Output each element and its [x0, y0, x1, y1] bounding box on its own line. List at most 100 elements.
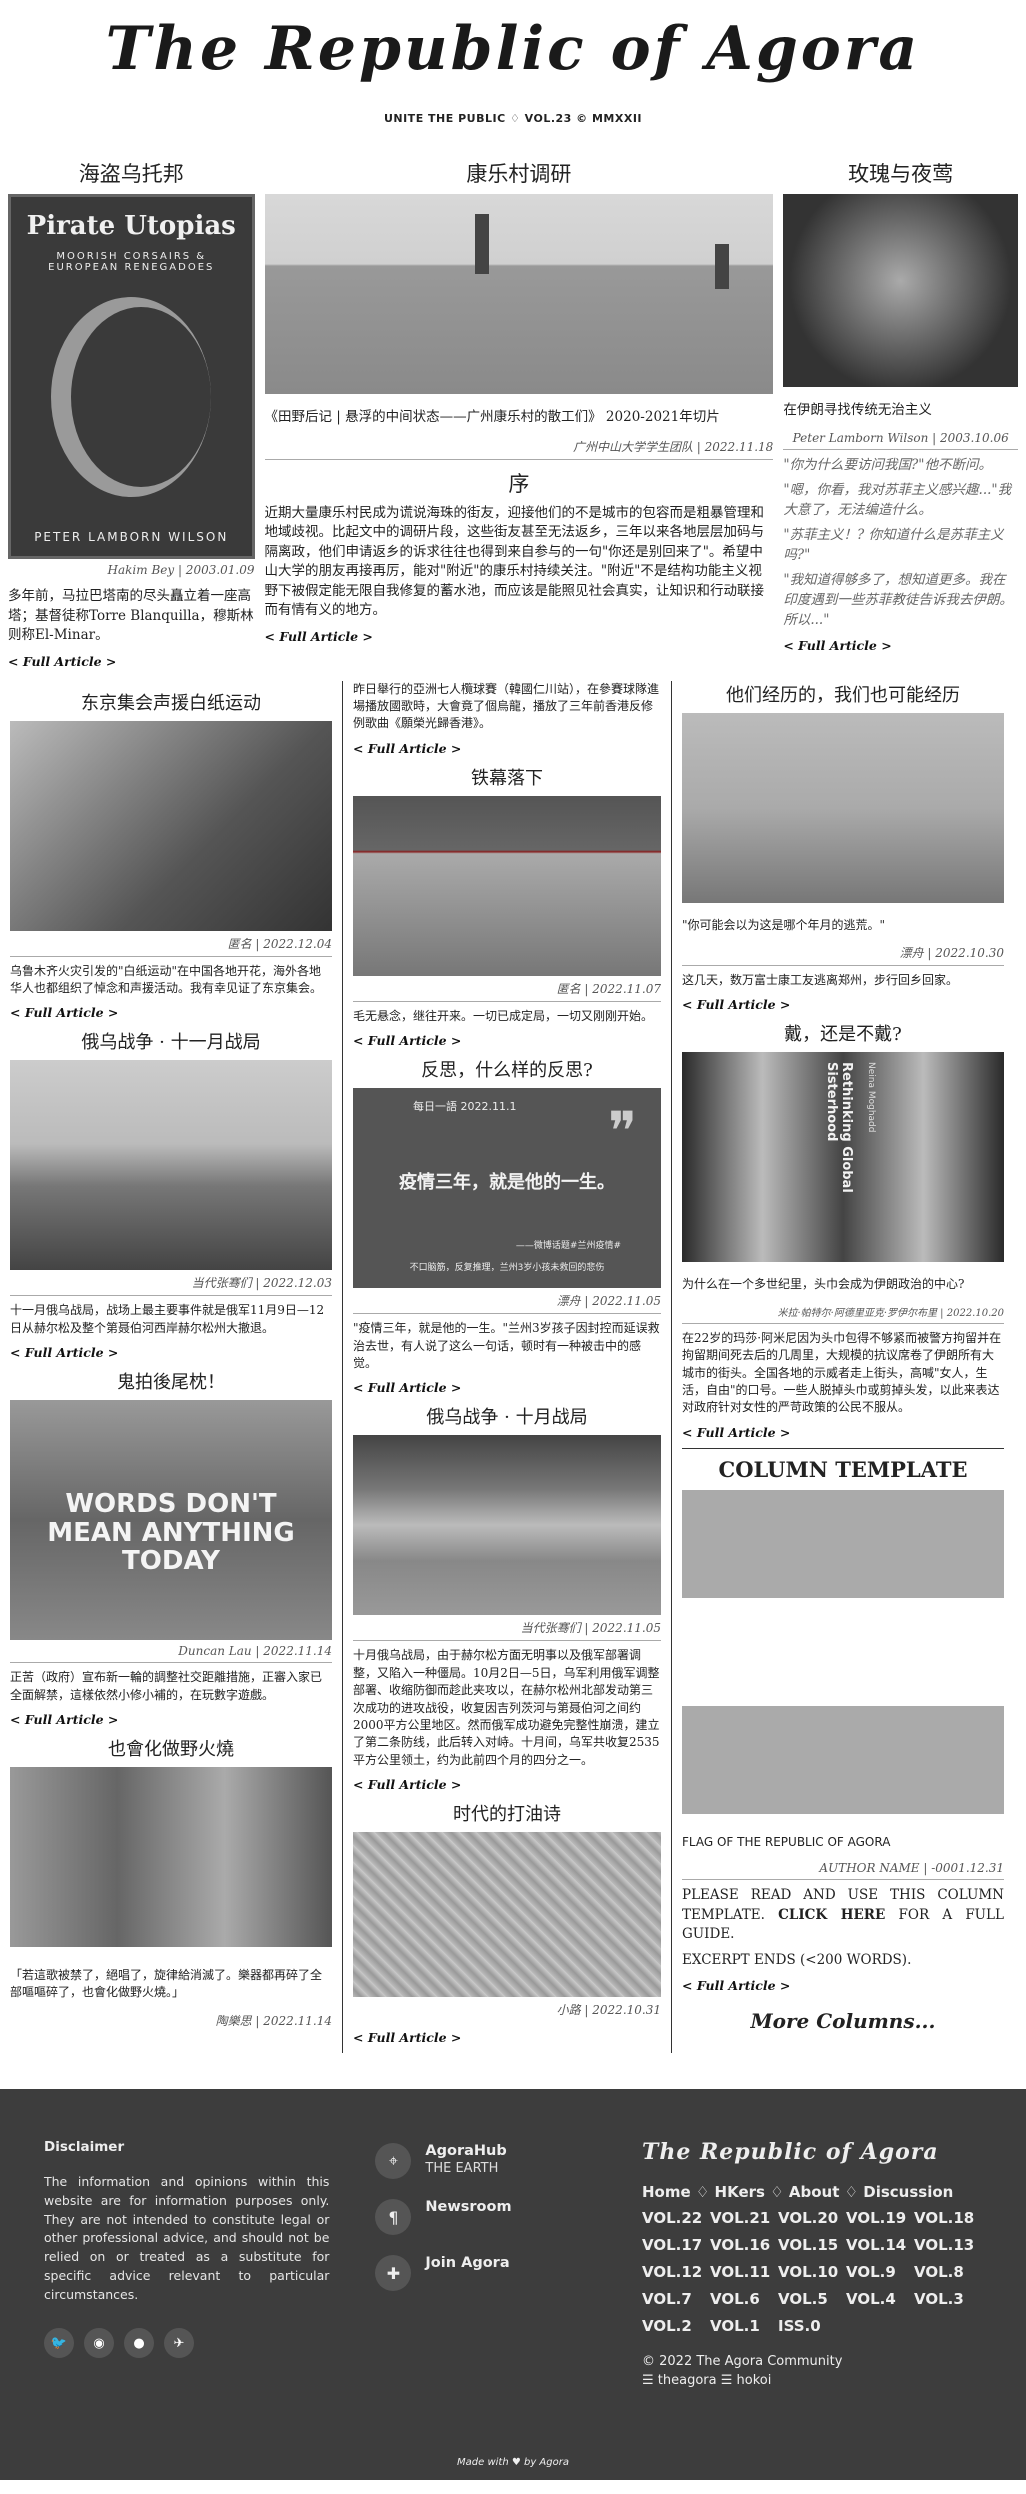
- more-columns-link[interactable]: More Columns...: [682, 2009, 1004, 2033]
- article-title[interactable]: 俄乌战争 · 十一月战局: [10, 1028, 332, 1054]
- article-title[interactable]: 海盗乌托邦: [8, 158, 255, 188]
- bridge-explosion-image[interactable]: [353, 1435, 661, 1616]
- volume-link[interactable]: VOL.15: [778, 2236, 846, 2254]
- volume-link[interactable]: VOL.1: [710, 2317, 778, 2335]
- volume-link[interactable]: VOL.9: [846, 2263, 914, 2281]
- full-article-link[interactable]: < Full Article >: [682, 1425, 1004, 1440]
- article-title[interactable]: 也會化做野火燒: [10, 1735, 332, 1761]
- twitter-icon[interactable]: 🐦: [44, 2328, 74, 2359]
- telegram-icon[interactable]: ✈: [164, 2328, 194, 2359]
- volume-link[interactable]: VOL.20: [778, 2209, 846, 2227]
- full-article-link[interactable]: < Full Article >: [10, 1712, 332, 1727]
- link-subtitle: THE EARTH: [425, 2161, 499, 2177]
- footer-nav[interactable]: Home ♢ HKers ♢ About ♢ Discussion: [642, 2183, 982, 2201]
- full-article-link[interactable]: < Full Article >: [682, 1978, 1004, 1993]
- aerial-city-image[interactable]: [264, 194, 774, 394]
- painting-image[interactable]: [353, 1832, 661, 1998]
- rose-image[interactable]: [783, 194, 1019, 387]
- graffiti-wall-image[interactable]: WORDS DON'T MEAN ANYTHING TODAY: [10, 1400, 332, 1641]
- newsroom-link[interactable]: ¶ Newsroom: [375, 2199, 634, 2236]
- full-article-link[interactable]: < Full Article >: [265, 629, 774, 644]
- article-title[interactable]: 时代的打油诗: [353, 1800, 661, 1826]
- byline: 当代张骞们 | 2022.12.03: [10, 1270, 332, 1297]
- byline: 漂舟 | 2022.11.05: [353, 1288, 661, 1315]
- volume-link[interactable]: VOL.5: [778, 2290, 846, 2308]
- volume-link[interactable]: VOL.13: [914, 2236, 982, 2254]
- join-agora-link[interactable]: ✚ Join Agora: [375, 2255, 634, 2292]
- full-article-link[interactable]: < Full Article >: [353, 741, 661, 756]
- footer-brand[interactable]: The Republic of Agora: [642, 2139, 982, 2165]
- volume-link[interactable]: VOL.11: [710, 2263, 778, 2281]
- masthead: The Republic of Agora UNITE THE PUBLIC ♢…: [0, 0, 1026, 150]
- volume-link[interactable]: VOL.7: [642, 2290, 710, 2308]
- template-title[interactable]: COLUMN TEMPLATE: [682, 1457, 1004, 1482]
- full-article-link[interactable]: < Full Article >: [8, 654, 255, 669]
- article-ukraine-october: 俄乌战争 · 十月战局 当代张骞们 | 2022.11.05 十月俄乌战局，由于…: [353, 1403, 661, 1792]
- byline: 米拉·帕特尔·阿德里亚克·罗伊尔布里 | 2022.10.20: [682, 1300, 1004, 1324]
- volume-link[interactable]: VOL.2: [642, 2317, 710, 2335]
- footer-navigation: The Republic of Agora Home ♢ HKers ♢ Abo…: [642, 2139, 982, 2388]
- article-title[interactable]: 鬼拍後尾枕！: [10, 1368, 332, 1394]
- volume-link[interactable]: VOL.6: [710, 2290, 778, 2308]
- quote-mark-icon: ❞: [607, 1100, 637, 1164]
- full-article-link[interactable]: < Full Article >: [10, 1345, 332, 1360]
- cover-subtitle: MOORISH CORSAIRS & EUROPEAN RENEGADOES: [48, 251, 215, 273]
- article-title[interactable]: 东京集会声援白纸运动: [10, 689, 332, 715]
- article-title[interactable]: 铁幕落下: [353, 764, 661, 790]
- volume-link[interactable]: VOL.19: [846, 2209, 914, 2227]
- full-article-link[interactable]: < Full Article >: [353, 1380, 661, 1395]
- volume-list: VOL.22 VOL.21 VOL.20 VOL.19 VOL.18 VOL.17 VOL.…: [642, 2209, 982, 2344]
- article-title[interactable]: 戴，还是不戴?: [682, 1020, 1004, 1046]
- github-icon[interactable]: ◉: [84, 2328, 114, 2359]
- rugby-players-image[interactable]: [10, 1767, 332, 1948]
- volume-link[interactable]: VOL.21: [710, 2209, 778, 2227]
- book-cover-image[interactable]: Pirate Utopias MOORISH CORSAIRS & EUROPE…: [8, 194, 255, 559]
- full-article-link[interactable]: < Full Article >: [783, 638, 1018, 653]
- agorahub-link[interactable]: ⌖ AgoraHub THE EARTH: [375, 2143, 634, 2180]
- full-article-link[interactable]: < Full Article >: [353, 1777, 661, 1792]
- article-title[interactable]: 康乐村调研: [265, 158, 774, 188]
- article-doggerel: 时代的打油诗 小路 | 2022.10.31 < Full Article >: [353, 1800, 661, 2045]
- byline: AUTHOR NAME | -0001.12.31: [682, 1857, 1004, 1881]
- byline: 广州中山大学学生团队 | 2022.11.18: [264, 434, 774, 460]
- volume-link[interactable]: VOL.16: [710, 2236, 778, 2254]
- volume-link[interactable]: VOL.3: [914, 2290, 982, 2308]
- site-title[interactable]: The Republic of Agora: [0, 14, 1026, 84]
- quote-card-image[interactable]: 每日一語 2022.11.1 ❞ 疫情三年，就是他的一生。 ——微博话题#兰州疫…: [353, 1088, 661, 1289]
- volume-link[interactable]: VOL.17: [642, 2236, 710, 2254]
- volume-link[interactable]: VOL.22: [642, 2209, 710, 2227]
- article-graffiti: 鬼拍後尾枕！ WORDS DON'T MEAN ANYTHING TODAY D…: [10, 1368, 332, 1727]
- link-title: AgoraHub: [425, 2143, 507, 2160]
- puzzle-icon: ✚: [375, 2255, 412, 2292]
- volume-link[interactable]: VOL.18: [914, 2209, 982, 2227]
- disclaimer-title: Disclaimer: [44, 2139, 125, 2156]
- article-title[interactable]: 他们经历的，我们也可能经历: [682, 681, 1004, 707]
- book-cover-image[interactable]: Rethinking Global Sisterhood Neina Mogha…: [682, 1052, 1004, 1263]
- migrants-image[interactable]: [682, 712, 1004, 903]
- credits[interactable]: ☰ theagora ☰ hokoi: [642, 2373, 982, 2388]
- volume-link[interactable]: VOL.14: [846, 2236, 914, 2254]
- article-excerpt: 「若這歌被禁了，絕唱了，旋律給消滅了。樂器都再碎了全部嘔嘔碎了，也會化做野火燒。…: [10, 1968, 323, 2000]
- template-image-placeholder: [682, 1705, 1004, 1814]
- volume-link[interactable]: ISS.0: [778, 2317, 846, 2335]
- rally-image[interactable]: [10, 720, 332, 931]
- volume-link[interactable]: VOL.8: [914, 2263, 982, 2281]
- full-article-link[interactable]: < Full Article >: [353, 1033, 661, 1048]
- click-here-link[interactable]: CLICK HERE: [778, 1907, 885, 1923]
- article-title[interactable]: 俄乌战争 · 十月战局: [353, 1403, 661, 1429]
- article-tokyo-rally: 东京集会声援白纸运动 匿名 | 2022.12.04 乌鲁木齐火灾引发的"白纸运…: [10, 689, 332, 1020]
- footer-links: ⌖ AgoraHub THE EARTH ¶ Newsroom ✚ Join Ag…: [375, 2139, 634, 2388]
- full-article-link[interactable]: < Full Article >: [10, 1005, 332, 1020]
- template-instructions: PLEASE READ AND USE THIS COLUMN TEMPLATE…: [682, 1886, 1004, 1945]
- full-article-link[interactable]: < Full Article >: [682, 997, 1004, 1012]
- article-title[interactable]: 玫瑰与夜莺: [783, 158, 1018, 188]
- volume-link[interactable]: VOL.4: [846, 2290, 914, 2308]
- kherson-square-image[interactable]: [10, 1060, 332, 1271]
- masthead-subtitle: UNITE THE PUBLIC ♢ VOL.23 © MMXXII: [383, 112, 643, 125]
- congress-image[interactable]: [353, 795, 661, 976]
- volume-link[interactable]: VOL.12: [642, 2263, 710, 2281]
- article-title[interactable]: 反思，什么样的反思?: [353, 1056, 661, 1082]
- full-article-link[interactable]: < Full Article >: [353, 2030, 661, 2045]
- reddit-icon[interactable]: ●: [124, 2328, 154, 2359]
- volume-link[interactable]: VOL.10: [778, 2263, 846, 2281]
